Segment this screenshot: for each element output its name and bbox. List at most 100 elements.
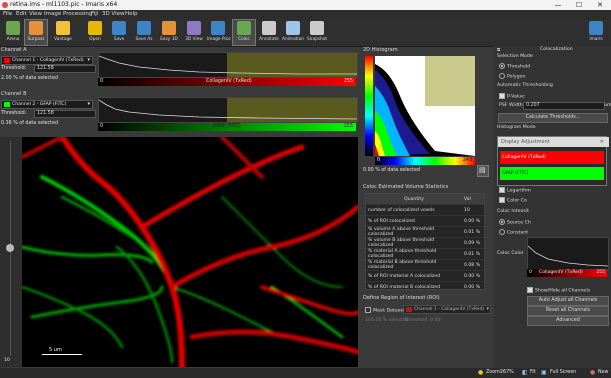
fit-icon[interactable]: ◧ bbox=[522, 369, 528, 376]
toolbar-snapshot-button[interactable]: Snapshot bbox=[306, 20, 328, 45]
channel-b-colorbar[interactable]: 0 GFAP (FITC) 255 bbox=[98, 123, 356, 131]
toolbar-easy-3d-button[interactable]: Easy 3D bbox=[158, 20, 180, 45]
toolbar-label: Animation bbox=[282, 37, 304, 42]
channel-a-histogram[interactable] bbox=[98, 52, 358, 78]
menu-edit[interactable]: Edit bbox=[16, 11, 27, 17]
histogram-settings-button[interactable]: ▤ bbox=[477, 165, 489, 177]
coloc-channel-colorbar[interactable]: 0 CollagenIV (TxRed) 255 bbox=[527, 269, 607, 277]
show-hide-channels-checkbox[interactable]: Show/Hide all Channels bbox=[527, 287, 590, 294]
advanced-button[interactable]: Advanced bbox=[527, 316, 609, 326]
display-adjustment-popup[interactable]: Display Adjustment ✕ CollagenIV (TxRed) … bbox=[497, 136, 609, 186]
toolbar-annotate-button[interactable]: Annotate bbox=[258, 20, 280, 45]
logarithm-checkbox[interactable]: Logarithm bbox=[499, 187, 531, 194]
full-screen-button[interactable]: Full Screen bbox=[550, 370, 576, 375]
stats-header-quantity: Quantity bbox=[366, 194, 462, 205]
toolbar-3d-view-button[interactable]: 3D View bbox=[183, 20, 205, 45]
channel-b-threshold-input[interactable]: 121.58 bbox=[34, 110, 96, 118]
auto-adjust-button[interactable]: Auto Adjust all Channels bbox=[527, 296, 609, 306]
toolbar-label: Save As bbox=[135, 37, 153, 42]
menu-fiji[interactable]: Fiji bbox=[91, 11, 98, 17]
channel-a-colorbar[interactable]: 0 CollagenIV (TxRed) 255 bbox=[98, 78, 356, 86]
menu-image-processing[interactable]: Image Processing bbox=[44, 11, 92, 17]
mask-dataset-checkbox[interactable]: Mask Dataset bbox=[365, 307, 405, 314]
menu-file[interactable]: File bbox=[3, 11, 12, 17]
channel-a-select[interactable]: Channel 1 - CollagenIV (TxRed) ▾ bbox=[1, 56, 93, 65]
channel-b-bar-label: GFAP (FITC) bbox=[213, 124, 241, 129]
radio-threshold[interactable]: Threshold bbox=[499, 63, 530, 70]
popup-channel-2-label: GFAP (FITC) bbox=[502, 171, 529, 176]
histogram-2d-plot[interactable] bbox=[375, 56, 475, 156]
histogram-2d-horizontal-colorbar[interactable]: 0 243 bbox=[375, 157, 475, 165]
channel-b-select[interactable]: Channel 2 - GFAP (FITC) ▾ bbox=[1, 100, 93, 109]
stats-cell: 0.00 % bbox=[462, 215, 484, 227]
menu-3d-view[interactable]: 3D View bbox=[102, 11, 125, 17]
close-icon[interactable]: ✕ bbox=[600, 139, 604, 145]
annotate-icon bbox=[262, 21, 276, 35]
channel-a-selected-pct: 2.00 % of data selected bbox=[1, 76, 59, 81]
radio-threshold-label: Threshold bbox=[507, 64, 531, 70]
channel-b-histogram[interactable] bbox=[98, 97, 358, 123]
easy-3d-icon bbox=[162, 21, 176, 35]
calculate-thresholds-button[interactable]: Calculate Thresholds... bbox=[498, 113, 608, 123]
toolbar-arena-button[interactable]: Arena bbox=[2, 20, 24, 45]
fit-button[interactable]: Fit bbox=[530, 370, 536, 375]
channel-a-bar-max: 255 bbox=[343, 79, 353, 84]
open-icon bbox=[88, 21, 102, 35]
channel-a-threshold-input[interactable]: 121.58 bbox=[34, 65, 96, 73]
histogram-2d-vertical-colorbar[interactable] bbox=[365, 56, 373, 156]
toolbar-surpass-button[interactable]: Surpass bbox=[24, 19, 48, 46]
new-button[interactable]: New bbox=[598, 370, 608, 375]
coloc-panel-title: Colocalization bbox=[540, 47, 573, 52]
popup-channel-1[interactable]: CollagenIV (TxRed) bbox=[500, 151, 604, 164]
imaris-icon bbox=[589, 21, 603, 35]
display-adjustment-title: Display Adjustment bbox=[498, 137, 609, 147]
new-icon[interactable]: ● bbox=[590, 369, 595, 376]
color-coding-checkbox[interactable]: Color Co bbox=[499, 197, 527, 204]
table-row[interactable]: % of ROI material B colocalized 0.00 % bbox=[366, 281, 484, 289]
radio-polygon[interactable]: Polygon bbox=[499, 73, 525, 80]
slice-slider-handle[interactable] bbox=[6, 244, 14, 252]
stats-cell: 0.00 % bbox=[462, 281, 484, 289]
toolbar-save-as-button[interactable]: Save As bbox=[133, 20, 155, 45]
table-row[interactable]: % of ROI material A colocalized 0.00 % bbox=[366, 270, 484, 282]
table-row[interactable]: % of ROI colocalized 0.00 % bbox=[366, 215, 484, 227]
popup-channel-2[interactable]: GFAP (FITC) bbox=[500, 167, 604, 180]
toolbar-coloc-button[interactable]: Coloc bbox=[232, 19, 256, 46]
reset-channels-button[interactable]: Reset all Channels bbox=[527, 306, 609, 316]
p-value-label: P-Value: bbox=[507, 94, 526, 100]
show-hide-label: Show/Hide all Channels bbox=[535, 288, 591, 294]
channel-b-header: Channel B bbox=[1, 91, 27, 97]
zoom-value[interactable]: 267% bbox=[500, 370, 514, 375]
menu-view[interactable]: View bbox=[29, 11, 42, 17]
maximize-button[interactable]: ☐ bbox=[569, 0, 589, 10]
minimize-button[interactable]: — bbox=[548, 0, 568, 10]
channel-a-header: Channel A bbox=[1, 47, 27, 53]
toolbar-animation-button[interactable]: Animation bbox=[282, 20, 304, 45]
coloc-channel-histogram[interactable] bbox=[527, 237, 609, 270]
table-row[interactable]: % material B above threshold colocalized… bbox=[366, 259, 484, 271]
toolbar-label: Imaris bbox=[589, 37, 603, 42]
stats-cell: % material B above threshold colocalized bbox=[366, 259, 462, 271]
table-row[interactable]: number of colocalized voxels 10 bbox=[366, 204, 484, 216]
coloc-bar-min: 0 bbox=[529, 270, 532, 275]
arena-icon bbox=[6, 21, 20, 35]
toolbar-save-button[interactable]: Save bbox=[108, 20, 130, 45]
table-row[interactable]: % material A above threshold colocalized… bbox=[366, 248, 484, 260]
image-viewer[interactable]: 5 um bbox=[22, 137, 358, 367]
toolbar-vantage-button[interactable]: Vantage bbox=[52, 20, 74, 45]
radio-source-channel[interactable]: Source Ch bbox=[499, 219, 531, 226]
toolbar-open-button[interactable]: Open bbox=[84, 20, 106, 45]
radio-constant[interactable]: Constant bbox=[499, 229, 528, 236]
p-value-checkbox[interactable]: P-Value: bbox=[499, 93, 526, 100]
menu-help[interactable]: Help bbox=[125, 11, 138, 17]
table-row[interactable]: % volume B above threshold colocalized 0.… bbox=[366, 237, 484, 249]
stats-table[interactable]: Quantity Val number of colocalized voxel… bbox=[365, 193, 485, 290]
close-button[interactable]: ✕ bbox=[590, 0, 610, 10]
toolbar-imaris-button[interactable]: Imaris bbox=[585, 20, 607, 45]
toolbar-image-proc-button[interactable]: Image Proc bbox=[207, 20, 231, 45]
stats-cell: % volume A above threshold colocalized bbox=[366, 226, 462, 238]
mask-channel-select[interactable]: Channel 1 - CollagenIV (TxRed) ▾ bbox=[403, 305, 491, 314]
table-row[interactable]: % volume A above threshold colocalized 0.… bbox=[366, 226, 484, 238]
psf-width-input[interactable]: 0.207 bbox=[523, 102, 605, 110]
full-screen-icon[interactable]: ▣ bbox=[541, 369, 547, 376]
